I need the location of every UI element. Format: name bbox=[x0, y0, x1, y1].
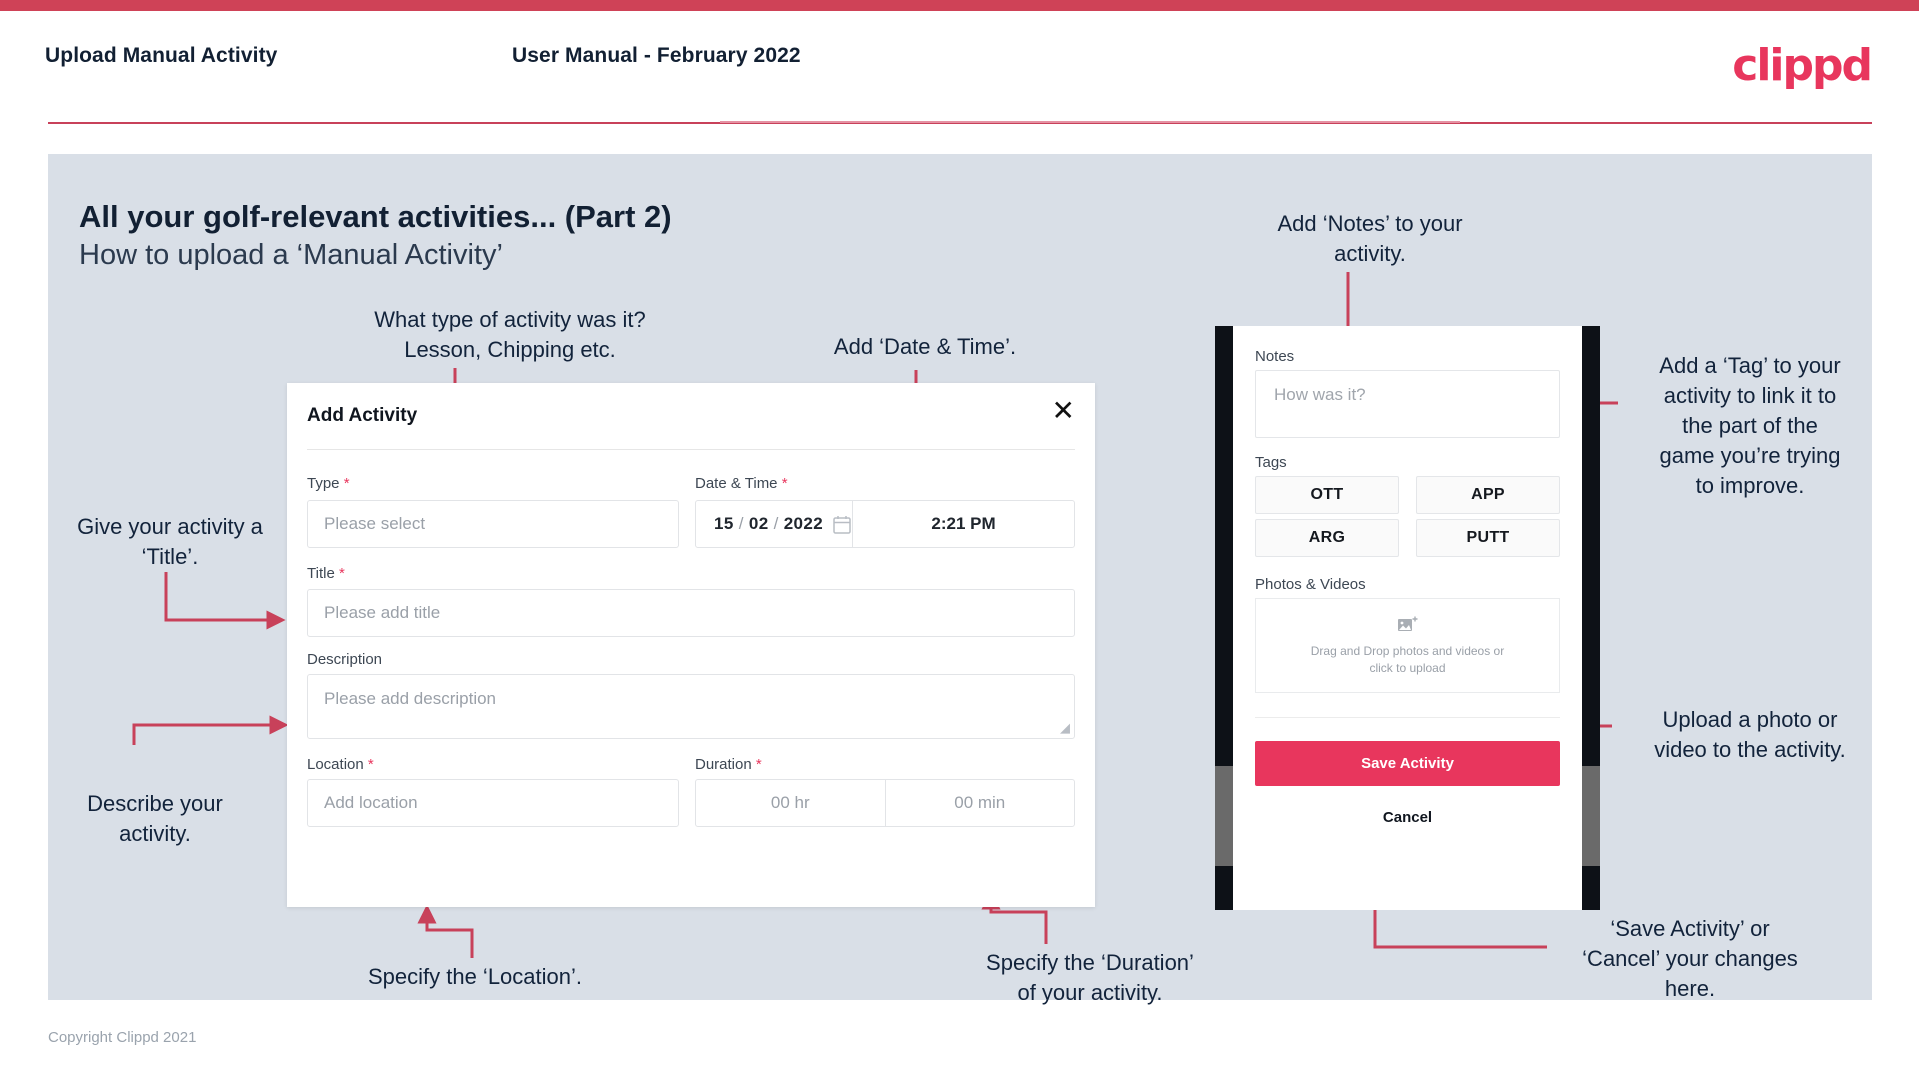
annotation-type: What type of activity was it? Lesson, Chi… bbox=[374, 307, 646, 362]
slide-title: All your golf-relevant activities... (Pa… bbox=[79, 199, 672, 234]
duration-label-text: Duration bbox=[695, 756, 752, 773]
save-activity-button[interactable]: Save Activity bbox=[1255, 741, 1560, 786]
notes-textarea[interactable]: How was it? bbox=[1255, 370, 1560, 438]
datetime-field[interactable]: 15 / 02 / 2022 2:21 PM bbox=[695, 500, 1075, 548]
annotation-save: ‘Save Activity’ or ‘Cancel’ your changes h… bbox=[1582, 916, 1798, 1001]
phone-right-rail bbox=[1582, 326, 1600, 910]
phone-left-rail bbox=[1215, 326, 1233, 910]
annotation-notes: Add ‘Notes’ to your activity. bbox=[1277, 211, 1463, 266]
type-placeholder: Please select bbox=[324, 514, 426, 533]
phone-screen: Notes How was it? Tags OTT APP ARG PUTT … bbox=[1233, 326, 1582, 910]
description-textarea[interactable]: Please add description ◢ bbox=[307, 674, 1075, 739]
title-required-asterisk: * bbox=[338, 565, 345, 582]
cancel-button[interactable]: Cancel bbox=[1233, 803, 1582, 831]
date-year: 2022 bbox=[783, 514, 824, 533]
title-placeholder: Please add title bbox=[324, 603, 441, 622]
datetime-label-text: Date & Time bbox=[695, 475, 778, 492]
duration-field: 00 hr 00 min bbox=[695, 779, 1075, 827]
calendar-icon[interactable] bbox=[833, 515, 851, 534]
notes-placeholder: How was it? bbox=[1274, 385, 1366, 404]
location-label: Location * bbox=[307, 756, 374, 773]
location-placeholder: Add location bbox=[324, 793, 418, 812]
photos-label: Photos & Videos bbox=[1255, 576, 1366, 593]
footer-copyright: Copyright Clippd 2021 bbox=[48, 1029, 197, 1046]
title-input[interactable]: Please add title bbox=[307, 589, 1075, 637]
type-label: Type * bbox=[307, 475, 350, 492]
resize-grip-icon[interactable]: ◢ bbox=[1060, 720, 1070, 736]
scrollbar-thumb-right[interactable] bbox=[1582, 766, 1600, 866]
type-required-asterisk: * bbox=[343, 475, 350, 492]
title-label: Title * bbox=[307, 565, 345, 582]
duration-hours-input[interactable]: 00 hr bbox=[696, 780, 885, 826]
tag-putt-button[interactable]: PUTT bbox=[1416, 519, 1560, 557]
annotation-datetime: Add ‘Date & Time’. bbox=[833, 334, 1017, 359]
notes-label: Notes bbox=[1255, 348, 1295, 365]
duration-minutes-input[interactable]: 00 min bbox=[886, 780, 1075, 826]
slide-page: Upload Manual Activity User Manual - Feb… bbox=[0, 0, 1919, 1079]
datetime-required-asterisk: * bbox=[781, 475, 788, 492]
document-subtitle: User Manual - February 2022 bbox=[512, 44, 801, 67]
scrollbar-thumb-left[interactable] bbox=[1215, 766, 1233, 866]
type-select[interactable]: Please select bbox=[307, 500, 679, 548]
duration-required-asterisk: * bbox=[755, 756, 762, 773]
dialog-title: Add Activity bbox=[307, 405, 418, 426]
annotation-location: Specify the ‘Location’. bbox=[367, 964, 583, 989]
location-required-asterisk: * bbox=[367, 756, 374, 773]
add-image-icon bbox=[1397, 616, 1417, 631]
dropzone-text: Drag and Drop photos and videos or click… bbox=[1311, 643, 1504, 677]
date-sep-1: / bbox=[738, 514, 744, 533]
date-input[interactable]: 15 / 02 / 2022 bbox=[696, 501, 852, 547]
duration-label: Duration * bbox=[695, 756, 762, 773]
slide-subtitle: How to upload a ‘Manual Activity’ bbox=[79, 239, 503, 271]
annotation-description: Describe your activity. bbox=[87, 791, 223, 846]
page-title: Upload Manual Activity bbox=[45, 44, 278, 67]
phone-divider bbox=[1255, 717, 1560, 718]
header-divider-light bbox=[720, 121, 1460, 123]
title-label-text: Title bbox=[307, 565, 335, 582]
annotation-upload: Upload a photo or video to the activity. bbox=[1654, 707, 1846, 762]
annotation-tags: Add a ‘Tag’ to your activity to link it t… bbox=[1659, 353, 1841, 498]
tag-arg-button[interactable]: ARG bbox=[1255, 519, 1399, 557]
tag-app-button[interactable]: APP bbox=[1416, 476, 1560, 514]
tag-ott-button[interactable]: OTT bbox=[1255, 476, 1399, 514]
clippd-logo: clippd bbox=[1732, 40, 1873, 91]
dialog-divider bbox=[307, 449, 1075, 450]
close-icon[interactable]: ✕ bbox=[1052, 397, 1075, 425]
upload-dropzone[interactable]: Drag and Drop photos and videos or click… bbox=[1255, 598, 1560, 693]
date-day: 15 bbox=[714, 514, 734, 533]
date-sep-2: / bbox=[773, 514, 779, 533]
type-label-text: Type bbox=[307, 475, 340, 492]
dropzone-line-2: click to upload bbox=[1369, 660, 1446, 675]
add-activity-dialog: Add Activity ✕ Type * Please select Date… bbox=[287, 383, 1095, 907]
dropzone-line-1: Drag and Drop photos and videos or bbox=[1310, 643, 1505, 658]
location-label-text: Location bbox=[307, 756, 364, 773]
annotation-title-field: Give your activity a ‘Title’. bbox=[77, 514, 263, 569]
date-month: 02 bbox=[748, 514, 769, 533]
datetime-label: Date & Time * bbox=[695, 475, 788, 492]
description-label: Description bbox=[307, 651, 382, 668]
description-placeholder: Please add description bbox=[324, 689, 497, 708]
top-accent-bar bbox=[0, 0, 1919, 11]
description-label-text: Description bbox=[307, 651, 383, 668]
annotation-duration: Specify the ‘Duration’ of your activity. bbox=[986, 950, 1194, 1005]
location-input[interactable]: Add location bbox=[307, 779, 679, 827]
mobile-preview: Notes How was it? Tags OTT APP ARG PUTT … bbox=[1215, 326, 1600, 910]
tags-label: Tags bbox=[1255, 454, 1287, 471]
time-input[interactable]: 2:21 PM bbox=[853, 514, 1074, 534]
